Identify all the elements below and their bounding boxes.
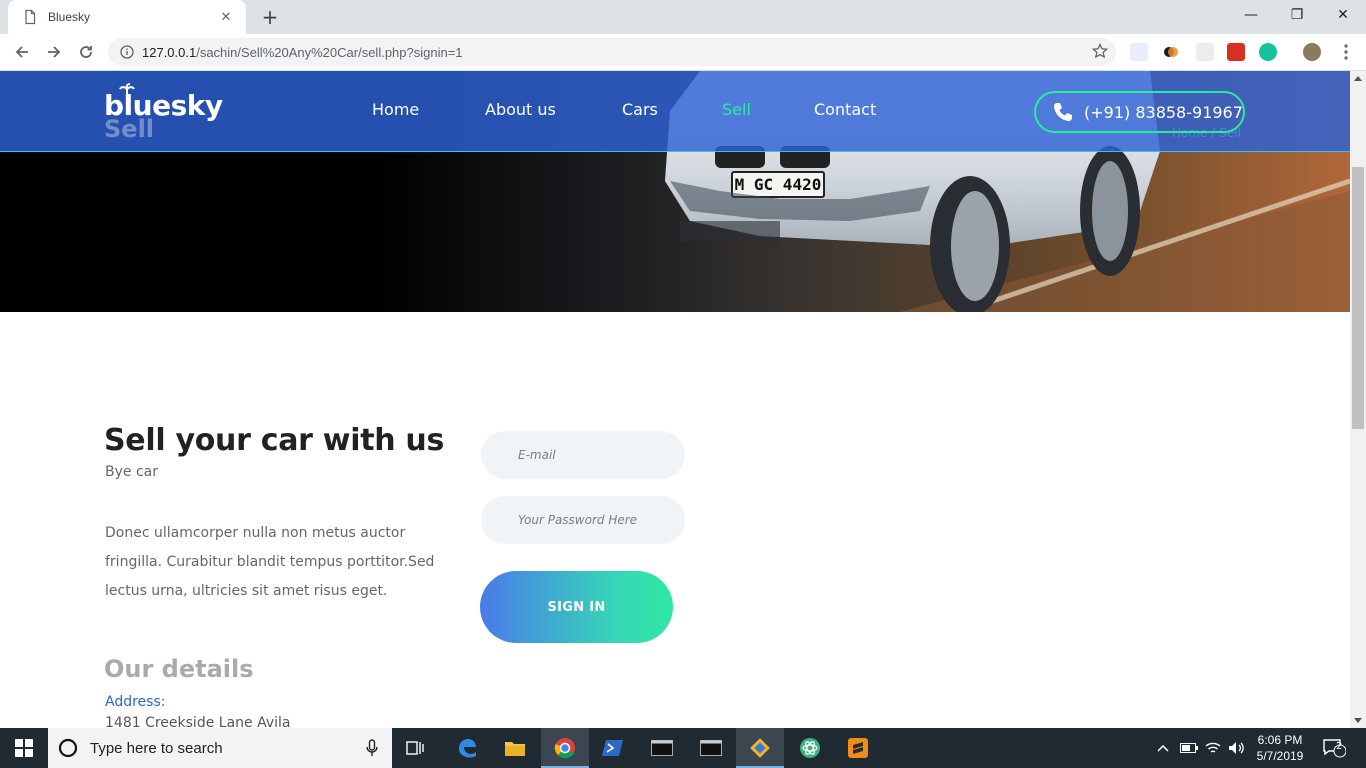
site-info-icon[interactable]	[120, 45, 134, 59]
search-placeholder: Type here to search	[90, 739, 223, 757]
wifi-icon[interactable]	[1205, 728, 1221, 768]
windows-taskbar: Type here to search 6:06 PM 5/7/2019 2	[0, 728, 1366, 768]
scrollbar-thumb[interactable]	[1352, 167, 1364, 429]
page-scrollbar[interactable]	[1350, 71, 1366, 728]
atom-icon[interactable]	[786, 728, 834, 768]
profile-avatar[interactable]	[1303, 43, 1321, 61]
password-field[interactable]	[481, 496, 685, 544]
browser-tab[interactable]: Bluesky ✕	[8, 0, 246, 34]
volume-icon[interactable]	[1228, 728, 1246, 768]
windows-logo-icon	[15, 739, 33, 757]
page-icon	[25, 9, 36, 25]
notification-count: 2	[1336, 741, 1343, 752]
address-label: Address:	[105, 694, 166, 710]
nav-cars[interactable]: Cars	[622, 100, 658, 119]
edge-icon[interactable]	[443, 728, 491, 768]
tab-title: Bluesky	[48, 10, 91, 24]
extension-icon-1[interactable]	[1130, 43, 1148, 61]
grammarly-icon[interactable]	[1259, 43, 1277, 61]
nav-sell[interactable]: Sell	[722, 100, 751, 119]
clock-time: 6:06 PM	[1257, 733, 1303, 747]
address-bar[interactable]: 127.0.0.1/sachin/Sell%20Any%20Car/sell.p…	[108, 38, 1116, 66]
page-title: Sell your car with us	[104, 423, 445, 458]
browser-tabstrip: Bluesky ✕ + — ❐ ✕	[0, 0, 1366, 34]
microphone-icon[interactable]	[366, 739, 378, 757]
cortana-icon	[58, 738, 78, 758]
extension-icon-3[interactable]	[1196, 43, 1214, 61]
extension-icon-2[interactable]	[1162, 43, 1180, 61]
new-tab-button[interactable]: +	[258, 5, 282, 29]
site-header: Sell bluesky Home About us Cars Sell Con…	[0, 71, 1350, 152]
file-explorer-icon[interactable]	[491, 728, 539, 768]
details-heading: Our details	[104, 655, 254, 683]
browser-toolbar: 127.0.0.1/sachin/Sell%20Any%20Car/sell.p…	[0, 34, 1366, 71]
restore-icon[interactable]: ❐	[1274, 0, 1320, 30]
nav-contact[interactable]: Contact	[814, 100, 876, 119]
page-viewport: M GC 4420 Sell bluesky Home About us Car…	[0, 71, 1350, 728]
terminal-icon-1[interactable]	[638, 728, 686, 768]
hero-banner: M GC 4420 Sell bluesky Home About us Car…	[0, 71, 1350, 312]
url-host: 127.0.0.1	[142, 44, 197, 60]
url-text: 127.0.0.1/sachin/Sell%20Any%20Car/sell.p…	[142, 45, 463, 60]
git-kraken-icon[interactable]	[736, 728, 784, 768]
taskbar-clock[interactable]: 6:06 PM 5/7/2019	[1248, 732, 1312, 764]
chrome-menu-icon[interactable]	[1334, 40, 1358, 64]
scroll-down-icon[interactable]	[1354, 718, 1362, 723]
scroll-up-icon[interactable]	[1354, 76, 1362, 81]
site-logo[interactable]: bluesky	[104, 83, 223, 122]
sign-in-button[interactable]: SIGN IN	[480, 571, 673, 643]
close-window-icon[interactable]: ✕	[1320, 0, 1366, 30]
license-plate-text: M GC 4420	[735, 175, 822, 194]
tray-chevron-icon[interactable]	[1156, 728, 1170, 768]
intro-paragraph: Donec ullamcorper nulla non metus auctor…	[105, 525, 435, 599]
reload-icon[interactable]	[74, 40, 98, 64]
nav-home[interactable]: Home	[372, 100, 419, 119]
url-path: /sachin/Sell%20Any%20Car/sell.php?signin…	[196, 44, 463, 60]
terminal-icon-2[interactable]	[687, 728, 735, 768]
phone-number: (+91) 83858-91967	[1084, 102, 1243, 122]
taskbar-search[interactable]: Type here to search	[48, 728, 392, 768]
phone-icon	[1054, 103, 1072, 121]
cors-extension-icon[interactable]	[1227, 43, 1245, 61]
phone-button[interactable]: (+91) 83858-91967	[1034, 91, 1245, 133]
task-view-icon[interactable]	[392, 728, 440, 768]
chrome-taskbar-icon[interactable]	[541, 728, 589, 768]
notification-center-icon[interactable]: 2	[1322, 728, 1346, 768]
tab-close-icon[interactable]: ✕	[218, 10, 234, 25]
bookmark-star-icon[interactable]	[1092, 43, 1108, 59]
forward-icon[interactable]	[42, 40, 66, 64]
start-button[interactable]	[0, 728, 48, 768]
address-line: 1481 Creekside Lane Avila	[105, 715, 291, 728]
palm-tree-icon	[119, 83, 135, 100]
nav-about-us[interactable]: About us	[485, 100, 556, 119]
minimize-icon[interactable]: —	[1228, 0, 1274, 30]
email-field[interactable]	[481, 431, 685, 479]
page-subtitle: Bye car	[105, 464, 158, 480]
clock-date: 5/7/2019	[1256, 749, 1304, 763]
back-icon[interactable]	[10, 40, 34, 64]
sublime-text-icon[interactable]	[834, 728, 882, 768]
powershell-icon[interactable]	[589, 728, 637, 768]
battery-icon[interactable]	[1180, 728, 1198, 768]
